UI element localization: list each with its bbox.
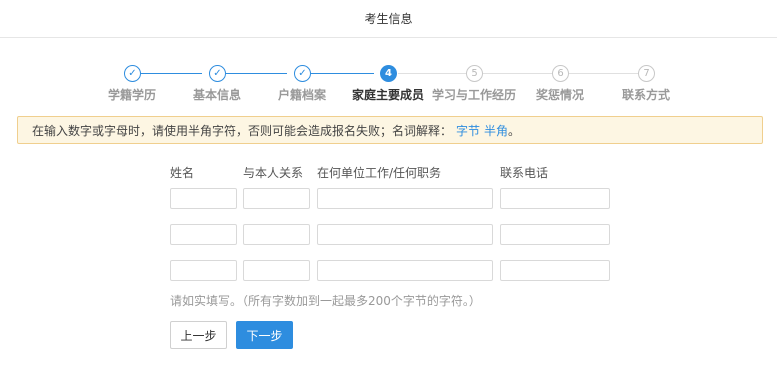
step-5-label: 学习与工作经历 bbox=[431, 88, 516, 102]
phone-field[interactable] bbox=[500, 224, 610, 245]
notice-text: 在输入数字或字母时，请使用半角字符，否则可能会造成报名失败；名词解释： bbox=[32, 123, 453, 138]
step-connector bbox=[398, 73, 466, 74]
step-connector bbox=[141, 73, 202, 74]
relation-field[interactable] bbox=[243, 224, 310, 245]
column-relation: 与本人关系 bbox=[243, 166, 304, 180]
byte-link[interactable]: 字节 bbox=[456, 122, 480, 139]
column-phone: 联系电话 bbox=[500, 166, 549, 180]
form-hint: 请如实填写。（所有字数加到一起最多200个字节的字符。） bbox=[170, 294, 481, 308]
progress-steps: ✓ 学籍学历 ✓ 基本信息 ✓ 户籍档案 4 家庭主要成员 5 学习与工作经历 … bbox=[0, 60, 777, 110]
step-5-number: 5 bbox=[466, 65, 483, 82]
step-4-label: 家庭主要成员 bbox=[351, 88, 424, 102]
previous-step-button[interactable]: 上一步 bbox=[170, 321, 227, 349]
step-3-check-icon: ✓ bbox=[294, 65, 311, 82]
phone-field[interactable] bbox=[500, 260, 610, 281]
next-step-button[interactable]: 下一步 bbox=[236, 321, 293, 349]
step-6-number: 6 bbox=[552, 65, 569, 82]
step-7-number: 7 bbox=[638, 65, 655, 82]
employer-field[interactable] bbox=[317, 224, 493, 245]
step-connector bbox=[226, 73, 287, 74]
name-field[interactable] bbox=[170, 260, 237, 281]
step-4-number: 4 bbox=[380, 65, 397, 82]
step-6-label: 奖惩情况 bbox=[535, 88, 584, 102]
phone-field[interactable] bbox=[500, 188, 610, 209]
column-employer: 在何单位工作/任何职务 bbox=[317, 166, 442, 180]
name-field[interactable] bbox=[170, 224, 237, 245]
employer-field[interactable] bbox=[317, 260, 493, 281]
step-connector bbox=[311, 73, 374, 74]
page-title: 考生信息 bbox=[364, 12, 413, 26]
name-field[interactable] bbox=[170, 188, 237, 209]
halfwidth-link[interactable]: 半角 bbox=[484, 122, 508, 139]
employer-field[interactable] bbox=[317, 188, 493, 209]
halfwidth-notice: 在输入数字或字母时，请使用半角字符，否则可能会造成报名失败；名词解释： 字节 半… bbox=[17, 116, 763, 144]
step-3-label[interactable]: 户籍档案 bbox=[252, 86, 352, 103]
step-1-check-icon: ✓ bbox=[124, 65, 141, 82]
step-2-check-icon: ✓ bbox=[209, 65, 226, 82]
relation-field[interactable] bbox=[243, 260, 310, 281]
page-header: 考生信息 bbox=[0, 0, 777, 38]
step-7-label: 联系方式 bbox=[621, 88, 670, 102]
step-connector bbox=[483, 73, 552, 74]
step-connector bbox=[569, 73, 638, 74]
relation-field[interactable] bbox=[243, 188, 310, 209]
notice-end: 。 bbox=[508, 123, 521, 138]
column-name: 姓名 bbox=[170, 166, 195, 180]
